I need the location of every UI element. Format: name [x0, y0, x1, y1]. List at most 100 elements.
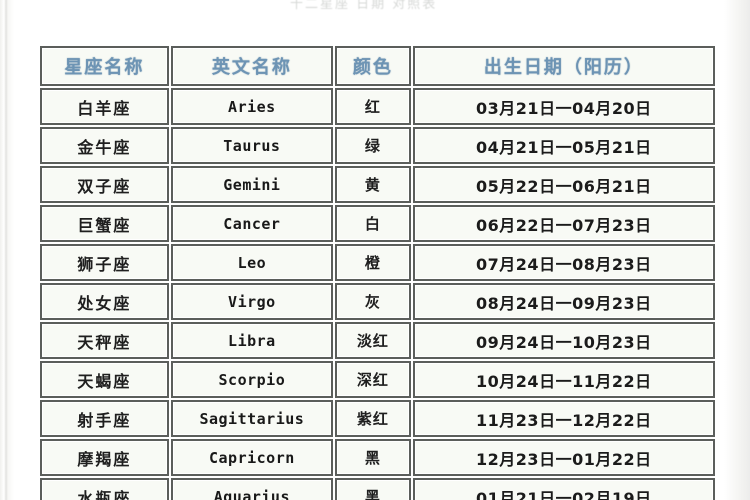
cell-color: 紫红	[335, 400, 411, 437]
cell-color-text: 绿	[364, 137, 381, 155]
cell-color: 黑	[335, 439, 411, 476]
cell-name-en-text: Cancer	[223, 215, 281, 233]
cell-color-text: 灰	[364, 293, 381, 311]
cell-birthdate: 04月21日一05月21日	[412, 127, 715, 164]
table-row: 摩羯座 Capricorn 黑 12月23日一01月22日	[40, 439, 715, 476]
column-header-name-en: 英文名称	[170, 46, 334, 86]
cell-name-cn-text: 天蝎座	[77, 371, 132, 391]
cell-name-en-text: Capricorn	[208, 449, 295, 467]
cell-birthdate-text: 08月24日一09月23日	[476, 293, 652, 313]
table-row: 白羊座 Aries 红 03月21日一04月20日	[40, 88, 715, 125]
cell-color-text: 黄	[364, 176, 381, 194]
cell-color-text: 黑	[364, 449, 381, 467]
table-row: 狮子座 Leo 橙 07月24日一08月23日	[40, 244, 715, 281]
cell-birthdate-text: 01月21日一02月19日	[476, 488, 652, 500]
cell-birthdate-text: 03月21日一04月20日	[476, 98, 652, 118]
cell-name-en-text: Gemini	[223, 176, 281, 194]
cell-name-cn: 天秤座	[40, 322, 169, 359]
table-row: 水瓶座 Aquarius 黑 01月21日一02月19日	[40, 478, 715, 500]
cell-name-en: Aquarius	[170, 478, 334, 500]
column-header-color: 颜色	[335, 46, 411, 86]
cell-color: 绿	[335, 127, 411, 164]
cell-name-cn-text: 处女座	[77, 293, 132, 313]
cell-birthdate-text: 07月24日一08月23日	[476, 254, 652, 274]
cell-color: 红	[335, 88, 411, 125]
zodiac-table-container: 星座名称 英文名称 颜色 出生日期（阳历） 白羊座 Aries 红 03月21日一04…	[38, 44, 717, 500]
running-header-strip: 十二星座 日期 对照表	[0, 0, 750, 14]
cell-name-en: Cancer	[170, 205, 334, 242]
column-header-name-cn-label: 星座名称	[64, 57, 145, 78]
table-row: 天秤座 Libra 淡红 09月24日一10月23日	[40, 322, 715, 359]
cell-color-text: 深红	[356, 371, 389, 389]
cell-name-cn: 摩羯座	[40, 439, 169, 476]
cell-name-en: Capricorn	[170, 439, 334, 476]
cell-color: 深红	[335, 361, 411, 398]
table-row: 双子座 Gemini 黄 05月22日一06月21日	[40, 166, 715, 203]
cell-birthdate: 06月22日一07月23日	[412, 205, 715, 242]
cell-birthdate: 12月23日一01月22日	[412, 439, 715, 476]
cell-color-text: 白	[364, 215, 381, 233]
column-header-name-en-label: 英文名称	[211, 57, 292, 78]
cell-name-cn: 射手座	[40, 400, 169, 437]
table-row: 天蝎座 Scorpio 深红 10月24日一11月22日	[40, 361, 715, 398]
cell-birthdate-text: 11月23日一12月22日	[476, 410, 652, 430]
cell-name-en-text: Leo	[237, 254, 267, 272]
cell-birthdate-text: 05月22日一06月21日	[476, 176, 652, 196]
cell-birthdate: 07月24日一08月23日	[412, 244, 715, 281]
cell-name-cn-text: 摩羯座	[77, 449, 132, 469]
cell-name-cn: 双子座	[40, 166, 169, 203]
table-header: 星座名称 英文名称 颜色 出生日期（阳历）	[40, 46, 715, 86]
cell-color: 橙	[335, 244, 411, 281]
cell-color: 白	[335, 205, 411, 242]
cell-name-cn: 狮子座	[40, 244, 169, 281]
cell-name-en: Leo	[170, 244, 334, 281]
cell-color-text: 紫红	[356, 410, 389, 428]
cell-birthdate-text: 12月23日一01月22日	[476, 449, 652, 469]
cell-name-en: Gemini	[170, 166, 334, 203]
cell-name-en-text: Taurus	[223, 137, 281, 155]
cell-name-cn-text: 水瓶座	[77, 488, 132, 500]
cell-color: 淡红	[335, 322, 411, 359]
cell-birthdate: 10月24日一11月22日	[412, 361, 715, 398]
cell-name-en-text: Aquarius	[213, 488, 290, 500]
cell-color-text: 淡红	[356, 332, 389, 350]
cell-color-text: 橙	[364, 254, 381, 272]
cell-name-en: Virgo	[170, 283, 334, 320]
table-row: 射手座 Sagittarius 紫红 11月23日一12月22日	[40, 400, 715, 437]
cell-name-cn: 巨蟹座	[40, 205, 169, 242]
column-header-birthdate-label: 出生日期（阳历）	[483, 57, 644, 78]
column-header-name-cn: 星座名称	[40, 46, 169, 86]
cell-name-en-text: Aries	[228, 98, 276, 116]
cell-name-cn-text: 巨蟹座	[77, 215, 132, 235]
cell-name-cn-text: 天秤座	[77, 332, 132, 352]
zodiac-table: 星座名称 英文名称 颜色 出生日期（阳历） 白羊座 Aries 红 03月21日一04…	[38, 44, 717, 500]
cell-name-cn-text: 射手座	[77, 410, 132, 430]
running-header-ghost-text: 十二星座 日期 对照表	[290, 0, 438, 12]
column-header-color-label: 颜色	[352, 57, 393, 78]
cell-birthdate: 05月22日一06月21日	[412, 166, 715, 203]
cell-name-en-text: Libra	[228, 332, 276, 350]
cell-birthdate-text: 10月24日一11月22日	[476, 371, 652, 391]
cell-name-cn: 金牛座	[40, 127, 169, 164]
cell-name-en: Scorpio	[170, 361, 334, 398]
cell-name-cn: 白羊座	[40, 88, 169, 125]
cell-name-cn: 天蝎座	[40, 361, 169, 398]
cell-name-cn-text: 金牛座	[77, 137, 132, 157]
cell-birthdate: 03月21日一04月20日	[412, 88, 715, 125]
cell-name-en-text: Virgo	[228, 293, 276, 311]
cell-birthdate: 08月24日一09月23日	[412, 283, 715, 320]
cell-color: 灰	[335, 283, 411, 320]
cell-color-text: 黑	[364, 488, 381, 500]
cell-birthdate-text: 09月24日一10月23日	[476, 332, 652, 352]
table-row: 金牛座 Taurus 绿 04月21日一05月21日	[40, 127, 715, 164]
cell-name-en: Taurus	[170, 127, 334, 164]
cell-birthdate-text: 04月21日一05月21日	[476, 137, 652, 157]
table-row: 处女座 Virgo 灰 08月24日一09月23日	[40, 283, 715, 320]
cell-color-text: 红	[364, 98, 381, 116]
cell-name-cn-text: 狮子座	[77, 254, 132, 274]
cell-color: 黄	[335, 166, 411, 203]
cell-name-en-text: Sagittarius	[199, 410, 305, 428]
cell-color: 黑	[335, 478, 411, 500]
table-body: 白羊座 Aries 红 03月21日一04月20日金牛座 Taurus 绿 04月21日一0…	[40, 88, 715, 500]
column-header-birthdate: 出生日期（阳历）	[412, 46, 715, 86]
